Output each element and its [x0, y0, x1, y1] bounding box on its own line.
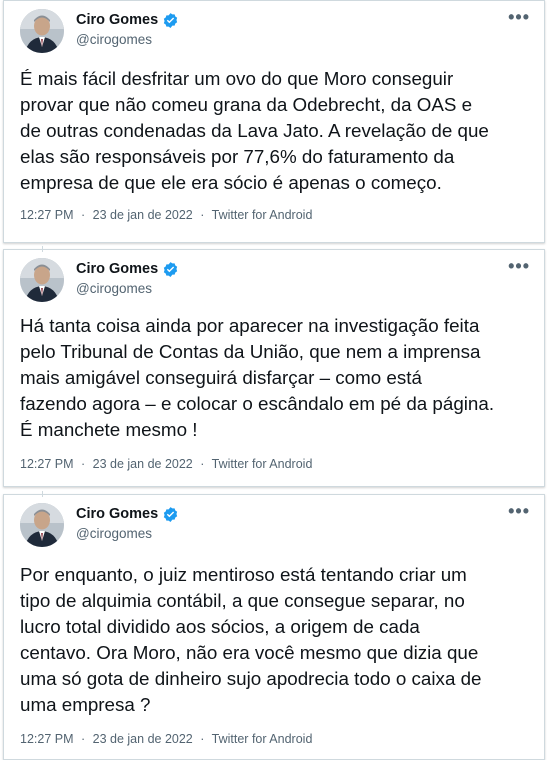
author-handle[interactable]: @cirogomes	[76, 525, 179, 543]
tweet-source[interactable]: Twitter for Android	[212, 457, 313, 471]
tweet-source[interactable]: Twitter for Android	[212, 208, 313, 222]
tweet-text: Há tanta coisa ainda por aparecer na inv…	[20, 315, 495, 440]
author-handle[interactable]: @cirogomes	[76, 31, 179, 49]
verified-badge-icon	[162, 506, 179, 523]
tweet-date[interactable]: 23 de jan de 2022	[93, 208, 193, 222]
tweet-time[interactable]: 12:27 PM	[20, 208, 74, 222]
meta-separator: ·	[200, 457, 205, 471]
avatar[interactable]	[20, 258, 64, 302]
author-block[interactable]: Ciro Gomes @cirogomes	[76, 505, 179, 543]
tweet-meta: 12:27 PM · 23 de jan de 2022 · Twitter f…	[20, 456, 312, 472]
tweet-card[interactable]: Ciro Gomes @cirogomes ••• Por enquanto, …	[3, 491, 545, 760]
tweet-source[interactable]: Twitter for Android	[212, 732, 313, 746]
avatar[interactable]	[20, 503, 64, 547]
tweet-header: Ciro Gomes @cirogomes •••	[20, 257, 532, 302]
author-block[interactable]: Ciro Gomes @cirogomes	[76, 260, 179, 298]
author-name[interactable]: Ciro Gomes	[76, 260, 158, 278]
tweet-header: Ciro Gomes @cirogomes •••	[20, 8, 532, 53]
avatar-image	[20, 9, 64, 53]
author-handle[interactable]: @cirogomes	[76, 280, 179, 298]
author-name[interactable]: Ciro Gomes	[76, 11, 158, 29]
tweet-meta: 12:27 PM · 23 de jan de 2022 · Twitter f…	[20, 731, 312, 747]
tweet-date[interactable]: 23 de jan de 2022	[93, 732, 193, 746]
more-options-icon[interactable]: •••	[508, 257, 530, 275]
more-options-icon[interactable]: •••	[508, 502, 530, 520]
tweet-text: É mais fácil desfritar um ovo do que Mor…	[20, 68, 489, 193]
verified-badge-icon	[162, 261, 179, 278]
tweet-header: Ciro Gomes @cirogomes •••	[20, 502, 532, 547]
tweet-time[interactable]: 12:27 PM	[20, 732, 74, 746]
more-options-icon[interactable]: •••	[508, 8, 530, 26]
tweet-date[interactable]: 23 de jan de 2022	[93, 457, 193, 471]
author-block[interactable]: Ciro Gomes @cirogomes	[76, 11, 179, 49]
meta-separator: ·	[81, 208, 86, 222]
avatar-image	[20, 503, 64, 547]
tweet-card[interactable]: Ciro Gomes @cirogomes ••• Há tanta coisa…	[3, 246, 545, 487]
meta-separator: ·	[200, 208, 205, 222]
avatar-image	[20, 258, 64, 302]
meta-separator: ·	[200, 732, 205, 746]
meta-separator: ·	[81, 457, 86, 471]
verified-badge-icon	[162, 12, 179, 29]
author-name[interactable]: Ciro Gomes	[76, 505, 158, 523]
tweet-text: Por enquanto, o juiz mentiroso está tent…	[20, 564, 482, 715]
thread-connector	[42, 491, 43, 497]
avatar[interactable]	[20, 9, 64, 53]
tweet-card[interactable]: Ciro Gomes @cirogomes ••• É mais fácil d…	[3, 0, 545, 243]
tweet-meta: 12:27 PM · 23 de jan de 2022 · Twitter f…	[20, 207, 312, 223]
thread-connector	[42, 246, 43, 252]
meta-separator: ·	[81, 732, 86, 746]
tweet-time[interactable]: 12:27 PM	[20, 457, 74, 471]
